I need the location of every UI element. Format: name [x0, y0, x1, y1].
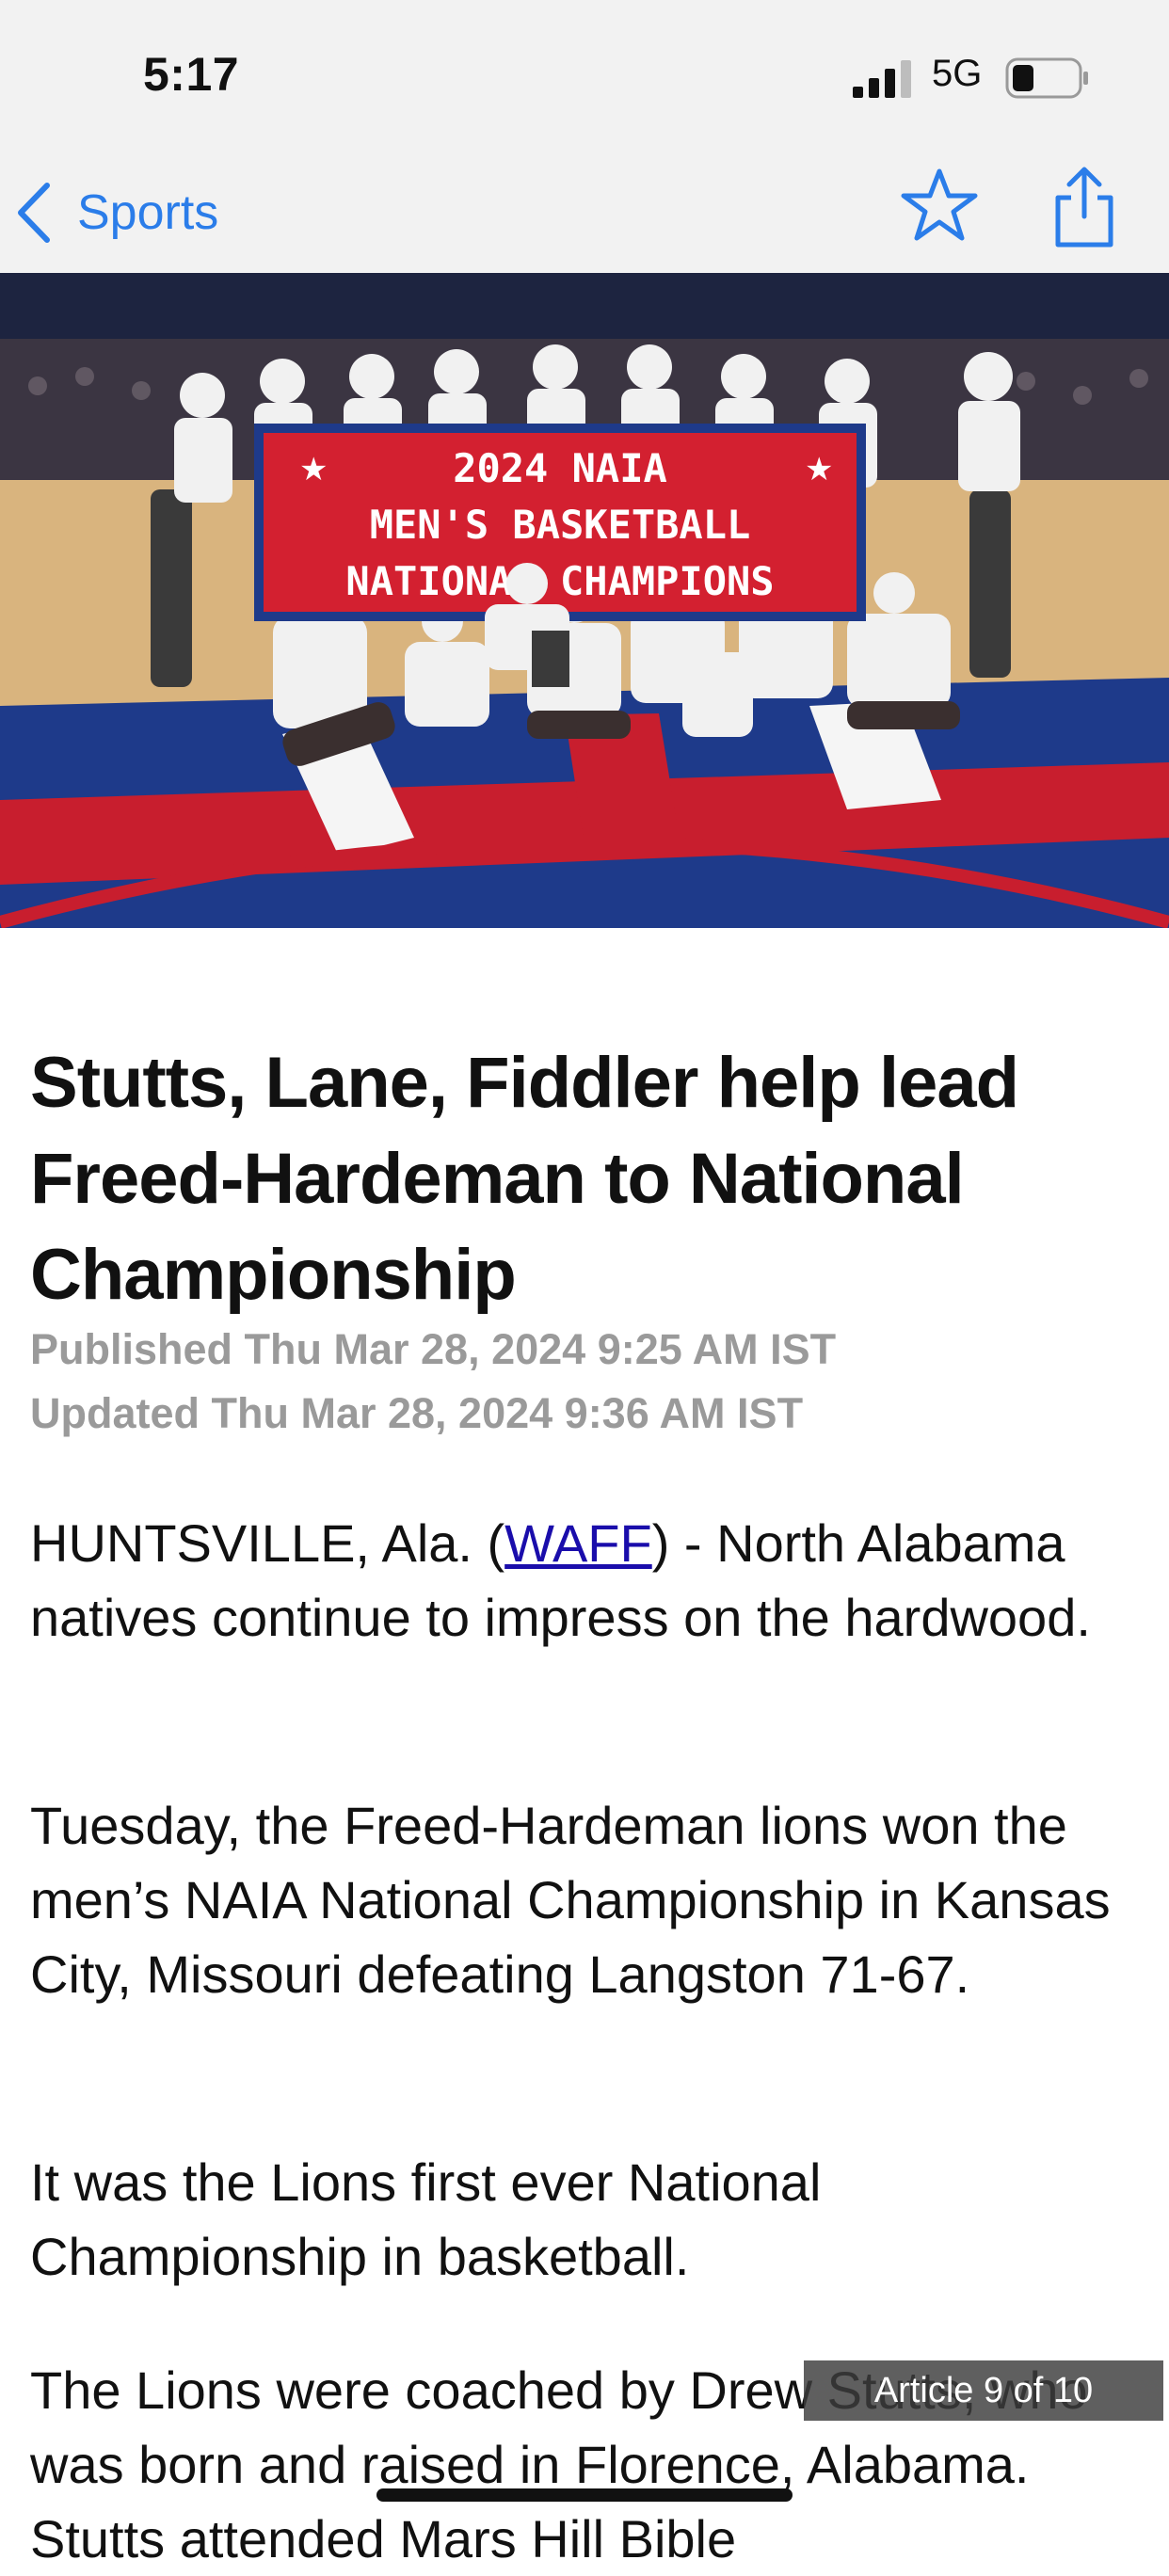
- article-headline: Stutts, Lane, Fiddler help lead Freed-Ha…: [30, 1043, 1019, 1315]
- article-paragraph-2: Tuesday, the Freed-Hardeman lions won th…: [30, 1796, 1111, 2004]
- article-paragraph-3: It was the Lions first ever National Cha…: [30, 2152, 822, 2286]
- article-paragraph-1: HUNTSVILLE, Ala. (WAFF) - North Alabama …: [30, 1506, 1150, 1655]
- navigation-bar: Sports: [0, 151, 1169, 274]
- share-icon[interactable]: [1045, 164, 1124, 250]
- home-indicator[interactable]: [376, 2488, 793, 2502]
- back-button-label: Sports: [77, 185, 219, 240]
- cellular-signal-icon: [853, 60, 911, 98]
- team-photo: ★ ★ 2024 NAIA MEN'S BASKETBALL NATIONAL …: [0, 273, 1169, 928]
- dateline: HUNTSVILLE, Ala. (: [30, 1513, 505, 1573]
- banner-line-1: 2024 NAIA: [453, 445, 667, 491]
- banner-line-2: MEN'S BASKETBALL: [370, 502, 751, 548]
- svg-text:★: ★: [805, 452, 833, 488]
- chevron-left-icon: [18, 183, 50, 243]
- bookmark-star-icon[interactable]: [900, 166, 979, 245]
- battery-icon: [1005, 57, 1088, 99]
- article-counter-badge: Article 9 of 10: [804, 2360, 1163, 2421]
- svg-text:★: ★: [299, 452, 328, 488]
- published-date: Published Thu Mar 28, 2024 9:25 AM IST: [30, 1325, 837, 1373]
- waff-link[interactable]: WAFF: [504, 1513, 652, 1573]
- back-button[interactable]: Sports: [13, 175, 218, 250]
- hero-image: ★ ★ 2024 NAIA MEN'S BASKETBALL NATIONAL …: [0, 273, 1169, 928]
- updated-date: Updated Thu Mar 28, 2024 9:36 AM IST: [30, 1389, 804, 1437]
- network-type: 5G: [932, 53, 983, 94]
- status-time: 5:17: [143, 48, 240, 101]
- banner-line-3: NATIONAL CHAMPIONS: [345, 558, 774, 604]
- status-bar: 5:17 5G: [0, 0, 1169, 151]
